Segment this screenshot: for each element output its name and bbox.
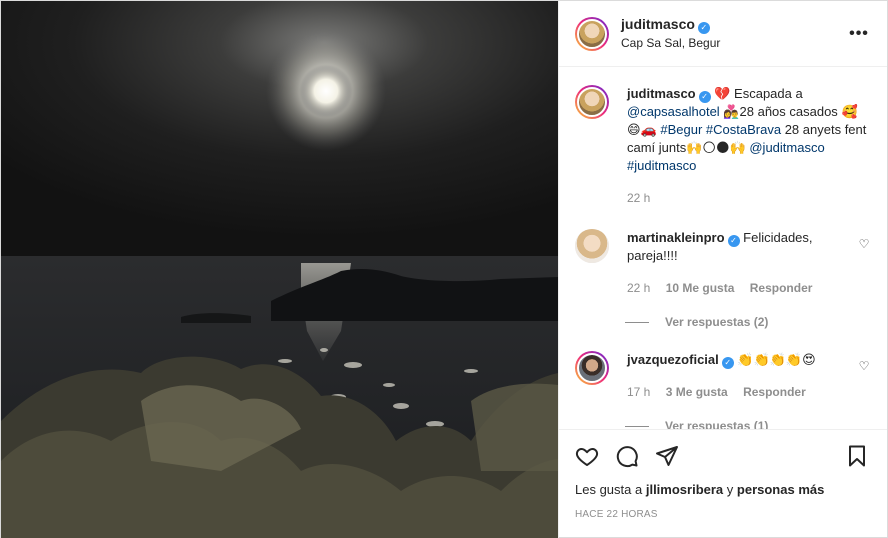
likes-prefix: Les gusta a <box>575 482 643 497</box>
likes-middle: y <box>726 482 734 497</box>
author-username[interactable]: juditmasco <box>621 16 695 32</box>
caption-text: 👩‍❤️‍👨28 años casados <box>723 104 838 119</box>
comment-body: martinakleinpro ✓ Felicidades, pareja!!!!… <box>627 229 849 297</box>
post-header-text: juditmasco ✓ Cap Sa Sal, Begur <box>621 15 847 52</box>
avatar[interactable] <box>575 229 609 263</box>
comment-time[interactable]: 22 h <box>627 281 650 295</box>
caption-time[interactable]: 22 h <box>627 191 650 205</box>
more-options-icon[interactable]: ••• <box>847 25 871 43</box>
comments-section: juditmasco ✓ 💔 Escapada a @capsasalhotel … <box>559 67 887 429</box>
avatar[interactable] <box>575 351 609 385</box>
verified-badge-icon: ✓ <box>697 22 710 34</box>
verified-badge-icon: ✓ <box>698 91 711 103</box>
instagram-post: juditmasco ✓ Cap Sa Sal, Begur ••• juditm… <box>0 0 888 538</box>
hashtag-link[interactable]: #CostaBrava <box>706 122 781 137</box>
view-replies-button[interactable]: Ver respuestas (1) <box>625 419 871 429</box>
comment-meta: 22 h 10 Me gusta Responder <box>627 279 849 297</box>
view-replies-button[interactable]: Ver respuestas (2) <box>625 315 871 329</box>
post-header: juditmasco ✓ Cap Sa Sal, Begur ••• <box>559 1 887 67</box>
post-photo[interactable] <box>1 1 558 538</box>
replies-divider <box>625 425 649 427</box>
avatar[interactable] <box>575 16 609 51</box>
post-location[interactable]: Cap Sa Sal, Begur <box>621 34 847 52</box>
caption-username[interactable]: juditmasco <box>627 86 696 101</box>
comment-username[interactable]: martinakleinpro <box>627 230 725 245</box>
bookmark-icon[interactable] <box>845 444 869 468</box>
comment: martinakleinpro ✓ Felicidades, pareja!!!!… <box>575 229 871 297</box>
verified-badge-icon: ✓ <box>727 235 740 247</box>
reply-button[interactable]: Responder <box>750 281 813 295</box>
comment-time[interactable]: 17 h <box>627 385 650 399</box>
hashtag-link[interactable]: #Begur <box>660 122 702 137</box>
caption-text: 💔 Escapada a <box>714 86 803 101</box>
comment: jvazquezoficial ✓ 👏👏👏👏😍 17 h 3 Me gusta R… <box>575 351 871 401</box>
action-icons <box>575 442 871 470</box>
comment-like-icon[interactable]: ♡ <box>857 359 871 373</box>
view-replies-label: Ver respuestas (2) <box>665 315 769 329</box>
comment-username[interactable]: jvazquezoficial <box>627 352 719 367</box>
night-sea-moon-image <box>1 1 558 538</box>
likes-others-link[interactable]: personas más <box>737 482 824 497</box>
mention-link[interactable]: @juditmasco <box>749 140 824 155</box>
replies-divider <box>625 321 649 323</box>
avatar[interactable] <box>575 85 609 119</box>
post-date[interactable]: HACE 22 HORAS <box>575 509 871 520</box>
paper-plane-icon[interactable] <box>655 444 679 468</box>
comment-icon[interactable] <box>615 444 639 468</box>
likes-summary: Les gusta a jllimosribera y personas más <box>575 482 871 497</box>
comment-meta: 17 h 3 Me gusta Responder <box>627 383 849 401</box>
post-sidebar: juditmasco ✓ Cap Sa Sal, Begur ••• juditm… <box>558 1 887 538</box>
reply-button[interactable]: Responder <box>743 385 806 399</box>
verified-badge-icon: ✓ <box>721 357 734 369</box>
view-replies-label: Ver respuestas (1) <box>665 419 769 429</box>
caption-meta: 22 h <box>627 189 871 207</box>
hashtag-link[interactable]: #juditmasco <box>627 158 696 173</box>
mention-link[interactable]: @capsasalhotel <box>627 104 720 119</box>
liker-username[interactable]: jllimosribera <box>646 482 723 497</box>
comment-like-icon[interactable]: ♡ <box>857 237 871 251</box>
comment-likes[interactable]: 3 Me gusta <box>666 385 728 399</box>
caption: juditmasco ✓ 💔 Escapada a @capsasalhotel … <box>575 85 871 207</box>
post-actions: Les gusta a jllimosribera y personas más… <box>559 429 887 538</box>
comment-text: 👏👏👏👏😍 <box>737 352 816 367</box>
caption-body: juditmasco ✓ 💔 Escapada a @capsasalhotel … <box>627 85 871 207</box>
heart-icon[interactable] <box>575 444 599 468</box>
comment-likes[interactable]: 10 Me gusta <box>666 281 735 295</box>
comment-body: jvazquezoficial ✓ 👏👏👏👏😍 17 h 3 Me gusta R… <box>627 351 849 401</box>
